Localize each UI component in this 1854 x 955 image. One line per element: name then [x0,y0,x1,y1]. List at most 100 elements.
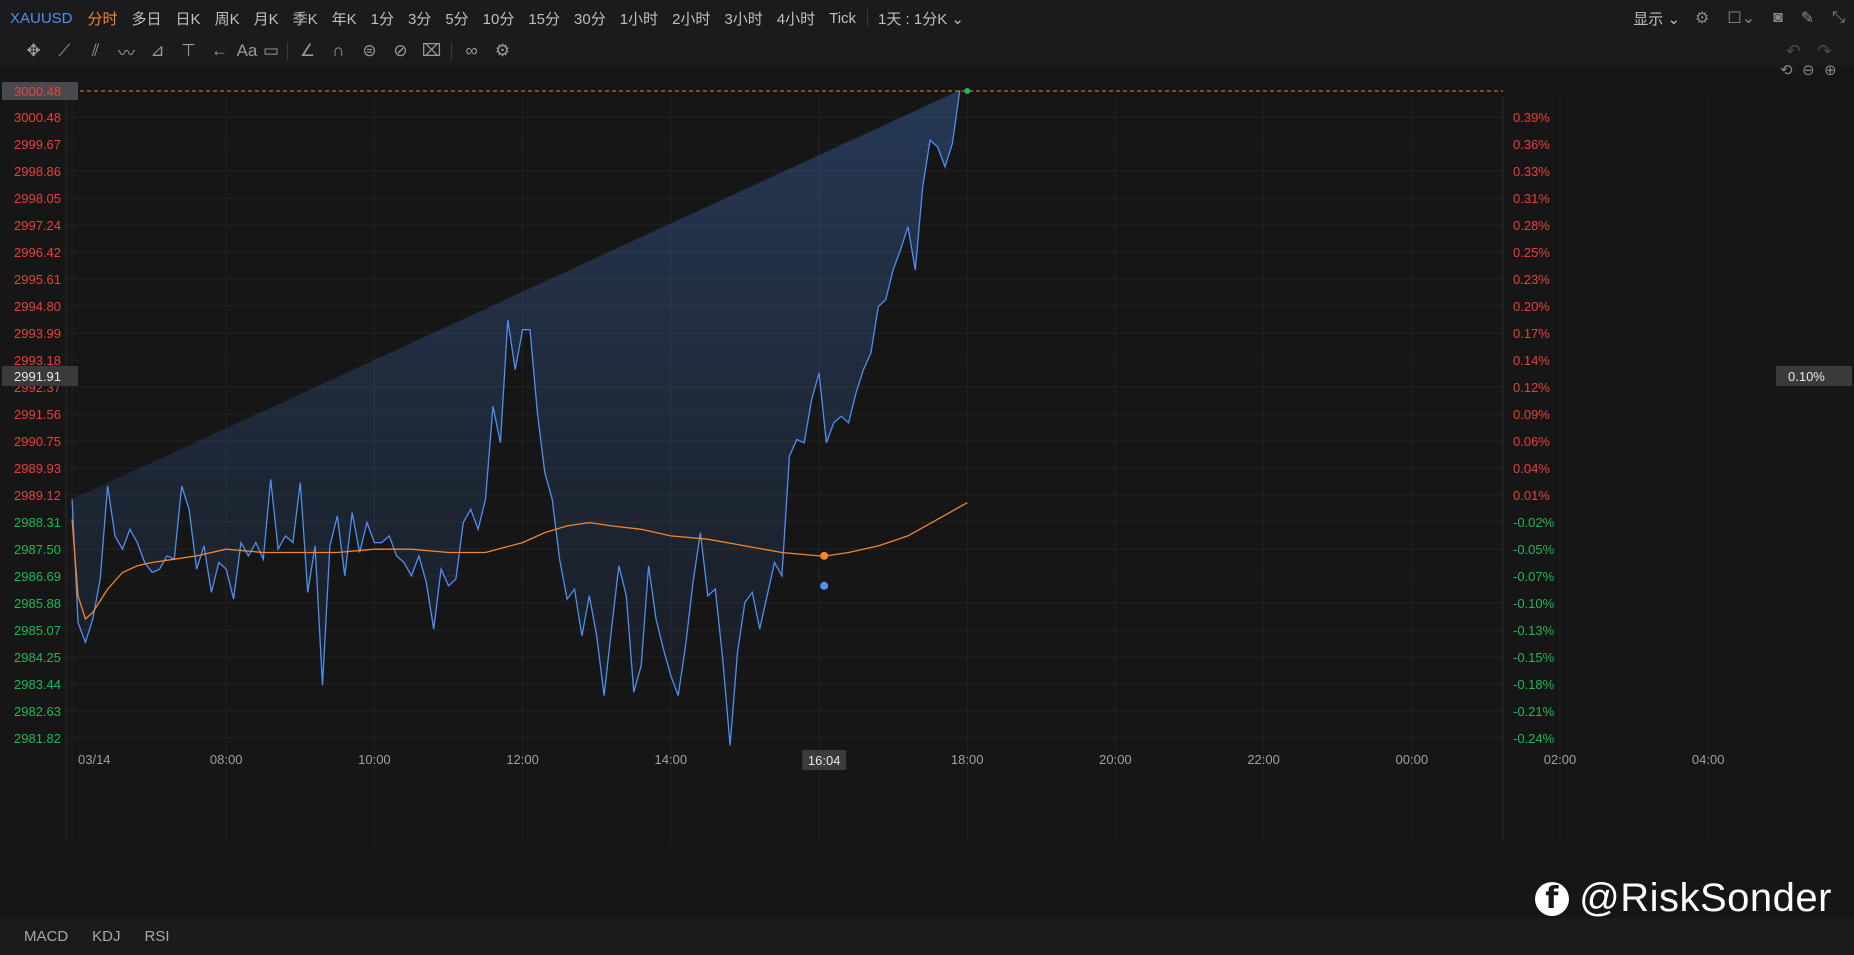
comment-tool-icon[interactable]: ▭ [259,41,283,61]
y-tick-label-right: 0.12% [1513,380,1550,395]
text-tool-icon[interactable]: Aa [235,41,259,61]
watermark: f @RiskSonder [1535,876,1832,921]
edit-icon[interactable]: ✎ [1792,8,1823,28]
timeframe-tab[interactable]: 5分 [438,8,475,29]
wave-tool-icon[interactable]: 〰 [111,39,142,64]
indicator-bar: MACD KDJ RSI [0,918,1854,955]
timeframe-tab[interactable]: 30分 [567,8,613,29]
x-tick-label: 08:00 [210,752,243,767]
divider [287,42,288,60]
y-tick-label-right: 0.23% [1513,272,1550,287]
timeframe-tab[interactable]: 日K [169,8,208,29]
y-tick-label-right: 0.20% [1513,299,1550,314]
x-tick-label: 22:00 [1247,752,1280,767]
undo-icon[interactable]: ↶ [1778,41,1809,62]
divider [451,42,452,60]
timeframe-tab[interactable]: 3分 [401,8,438,29]
y-tick-label-right: 0.25% [1513,245,1550,260]
price-chart[interactable]: 3000.48 2999.67 2998.86 2998.05 2997.24 2996.… [0,61,1854,918]
x-tick-label: 12:00 [506,752,539,767]
timeframe-tab[interactable]: 多日 [125,8,169,29]
last-price-label: 3000.48 [14,84,61,99]
layout-icon[interactable]: ☐⌄ [1718,8,1764,28]
line-tool-icon[interactable]: ⟋ [49,41,80,61]
y-tick-label-left: 2991.56 [14,407,61,422]
y-tick-label-left: 2993.99 [14,326,61,341]
y-tick-label-left: 2987.50 [14,542,61,557]
timeframe-tab[interactable]: Tick [822,10,863,27]
move-icon[interactable]: ✥ [18,41,49,61]
y-tick-label-right: -0.18% [1513,677,1555,692]
crosshair-avg-dot [820,551,829,560]
redo-icon[interactable]: ↷ [1809,41,1840,62]
indicator-macd[interactable]: MACD [0,928,68,945]
x-tick-label: 20:00 [1099,752,1132,767]
timeframe-tab[interactable]: 周K [208,8,247,29]
measure-tool-icon[interactable]: ⊿ [142,41,173,61]
x-tick-label: 03/14 [78,752,111,767]
indicator-kdj[interactable]: KDJ [68,928,120,945]
time-axis: 03/1408:0010:0012:0014:0016:0018:0020:00… [78,752,1724,767]
timeframe-tab[interactable]: 10分 [476,8,522,29]
ruler-icon[interactable]: ∠ [292,41,323,61]
fib-tool-icon[interactable]: ⊤ [173,41,204,61]
y-tick-label-right: 0.09% [1513,407,1550,422]
x-tick-label: 18:00 [951,752,984,767]
settings-icon[interactable]: ⚙ [1686,8,1718,28]
y-tick-label-right: -0.24% [1513,731,1555,746]
display-label: 显示 [1633,10,1664,28]
timeframe-tab[interactable]: 月K [247,8,286,29]
timeframe-tab[interactable]: 季K [286,8,325,29]
timeframe-tab[interactable]: 1分 [364,8,401,29]
period-dropdown-label: 1天 : 1分K [878,10,948,28]
crosshair-price-label: 2991.91 [14,369,61,384]
channel-tool-icon[interactable]: ⫽ [80,41,111,61]
last-price-dot [964,88,971,94]
zoom-out-icon: ⊖ [1802,61,1815,79]
timeframe-tab[interactable]: 4小时 [770,8,822,29]
y-tick-label-left: 2997.24 [14,218,61,233]
y-tick-label-right: 0.06% [1513,434,1550,449]
symbol-label[interactable]: XAUUSD [0,10,81,27]
timeframe-tab[interactable]: 年K [325,8,364,29]
timeframe-tab[interactable]: 2小时 [665,8,717,29]
right-pct-axis: 0.39% 0.36% 0.33% 0.31% 0.28% 0.25% 0.23% 0.20%… [1513,110,1555,746]
fullscreen-icon[interactable]: ⤡ [1823,9,1854,27]
x-tick-label: 04:00 [1692,752,1725,767]
trash-icon[interactable]: ⌧ [416,41,447,61]
zoom-controls: ⟲ ⊖ ⊕ [1780,61,1837,79]
hide-icon[interactable]: ⊘ [385,41,416,61]
magnet-icon[interactable]: ∩ [323,41,354,61]
y-tick-label-right: -0.13% [1513,623,1555,638]
arrow-tool-icon[interactable]: ← [204,41,235,61]
timeframe-tab[interactable]: 1小时 [613,8,665,29]
crosshair-time-label: 16:04 [808,753,841,768]
display-dropdown[interactable]: 显示 ⌄ [1627,8,1686,29]
timeframe-tab[interactable]: 3小时 [717,8,769,29]
y-tick-label-left: 2985.07 [14,623,61,638]
watermark-text: @RiskSonder [1579,876,1832,920]
y-tick-label-left: 2993.18 [14,353,61,368]
top-toolbar: XAUUSD 分时 多日 日K 周K 月K 季K 年K 1分 3分 5分 10分 15分 30分 1小时 2… [0,0,1854,37]
indicator-rsi[interactable]: RSI [121,928,170,945]
y-tick-label-right: -0.10% [1513,596,1555,611]
period-dropdown[interactable]: 1天 : 1分K ⌄ [872,8,970,29]
camera-icon[interactable]: ◙ [1764,9,1792,27]
y-tick-label-right: 0.39% [1513,110,1550,125]
link-icon[interactable]: ∞ [456,41,487,61]
timeframe-tab[interactable]: 15分 [521,8,567,29]
gear-icon[interactable]: ⚙ [487,41,518,61]
y-tick-label-right: -0.15% [1513,650,1555,665]
y-tick-label-left: 2990.75 [14,434,61,449]
y-tick-label-right: 0.14% [1513,353,1550,368]
reset-zoom-icon: ⟲ [1780,61,1793,79]
sync-icon[interactable]: ⊜ [354,41,385,61]
timeframe-tabs: 分时 多日 日K 周K 月K 季K 年K 1分 3分 5分 10分 15分 30分 1小时 2小时 3小时 4小… [81,8,864,29]
price-area [72,90,960,746]
y-tick-label-right: -0.02% [1513,515,1555,530]
y-tick-label-left: 2994.80 [14,299,61,314]
y-tick-label-left: 2998.05 [14,191,61,206]
y-tick-label-left: 2984.25 [14,650,61,665]
timeframe-tab[interactable]: 分时 [81,8,125,29]
y-tick-label-right: 0.28% [1513,218,1550,233]
